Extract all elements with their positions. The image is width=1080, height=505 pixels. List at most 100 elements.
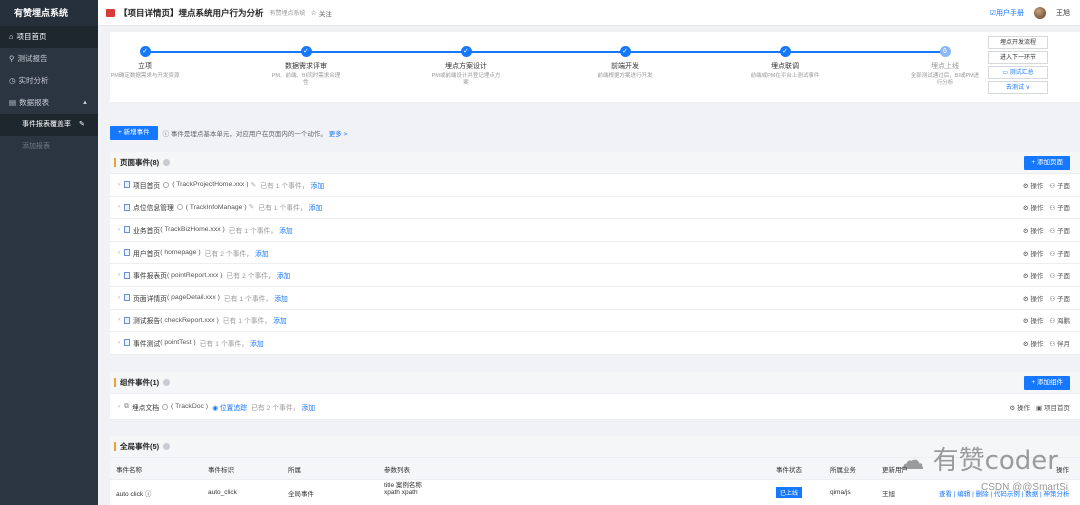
avatar[interactable] [1034, 6, 1046, 19]
help-icon[interactable] [163, 159, 171, 166]
chevron-right-icon[interactable]: › [118, 272, 120, 278]
row-actions: ⚙ 操作 ⚇ 子面 [1023, 180, 1070, 190]
user-manual-link[interactable]: ☑用户手册 [990, 8, 1024, 18]
add-event-link[interactable]: 添加 [311, 180, 325, 190]
page-name[interactable]: 项目首页 [133, 180, 160, 190]
list-item[interactable]: › 项目首页 ( TrackProjectHome.xxx ) ✎ 已有 1 个事… [110, 174, 1080, 197]
operate-button[interactable]: ⚙ 操作 [1023, 225, 1044, 235]
table-row[interactable]: auto click ⓘ auto_click 全局事件 title 案例名称 … [110, 480, 1080, 505]
add-event-link[interactable]: 添加 [274, 293, 288, 303]
follow-button[interactable]: 关注 [319, 8, 332, 18]
event-count: 已有 1 个事件， [258, 205, 307, 213]
owner-label: ⚇ 子面 [1049, 182, 1070, 190]
add-page-button[interactable]: + 添加页面 [1024, 155, 1070, 170]
document-icon [124, 226, 130, 234]
page-name[interactable]: 页面详情页 [133, 293, 167, 303]
more-link[interactable]: 更多 > [329, 131, 348, 138]
event-count: 已有 1 个事件， [260, 182, 309, 190]
page-link[interactable]: ▣ 项目首页 [1036, 402, 1070, 412]
operate-button[interactable]: ⚙ 操作 [1023, 338, 1044, 348]
param-item: title 案例名称 [384, 482, 422, 489]
test-summary-label: 测试汇总 [1009, 70, 1034, 76]
page-name[interactable]: 用户首页 [133, 248, 160, 258]
chevron-right-icon[interactable]: › [118, 227, 120, 233]
step-desc: PM、前端、BI同时需求合理性 [271, 73, 341, 86]
section-title: 全局事件(5) [120, 442, 160, 451]
section-title: 组件事件(1) [120, 378, 160, 387]
column-header: 所属业务 [830, 466, 856, 474]
page-name[interactable]: 点位信息管理 [133, 202, 174, 212]
help-icon[interactable] [163, 443, 171, 450]
sidebar-subitem-add-report[interactable]: 添加报表 [0, 136, 98, 158]
page-name[interactable]: 业务首页 [133, 225, 160, 235]
list-item[interactable]: › 事件报表页 ( pointReport.xxx ) 已有 2 个事件， 添加 … [110, 264, 1080, 287]
step-title: 埋点方案设计 [445, 63, 487, 70]
list-item[interactable]: › 业务首页 ( TrackBizHome.xxx ) 已有 1 个事件， 添加 … [110, 219, 1080, 242]
page-code: ( pointReport.xxx ) [166, 271, 223, 279]
sidebar-item-realtime[interactable]: ◷ 实时分析 [0, 70, 98, 92]
column-header: 参数列表 [384, 466, 410, 474]
chevron-right-icon[interactable]: › [118, 182, 120, 188]
event-count: 已有 1 个事件， [228, 227, 278, 235]
page-name[interactable]: 事件测试 [133, 338, 160, 348]
edit-icon[interactable]: ✎ [250, 181, 256, 189]
sidebar-item-test-report[interactable]: ⚲ 测试报告 [0, 48, 98, 70]
progress-steps: ✓ 立项 PM确定数据需求与开发资源 ✓ 数据需求评审 PM、前端、BI同时需求… [110, 32, 1080, 102]
help-icon[interactable] [163, 379, 171, 386]
add-event-link[interactable]: 添加 [279, 225, 293, 235]
column-header: 事件状态 [776, 466, 802, 474]
chevron-right-icon[interactable]: › [118, 295, 120, 301]
add-event-link[interactable]: 添加 [250, 338, 264, 348]
hint-text: ⓘ 事件是埋点基本单元，对应用户在页面内的一个动作。 [162, 131, 327, 138]
add-event-link[interactable]: 添加 [277, 270, 291, 280]
operate-button[interactable]: ⚙ 操作 [1023, 248, 1044, 258]
operate-button[interactable]: ⚙ 操作 [1023, 270, 1044, 280]
operate-button[interactable]: ⚙ 操作 [1023, 202, 1044, 212]
operate-button[interactable]: ⚙ 操作 [1023, 180, 1044, 190]
position-tracking-link[interactable]: ◉ 位置追踪 [212, 402, 247, 412]
dev-flow-button[interactable]: 埋点开发流程 [988, 36, 1048, 49]
operate-button[interactable]: ⚙ 操作 [1009, 402, 1030, 412]
next-stage-button[interactable]: 进入下一环节 [988, 51, 1048, 64]
operate-button[interactable]: ⚙ 操作 [1023, 293, 1044, 303]
add-event-link[interactable]: 添加 [255, 248, 269, 258]
goto-test-dropdown[interactable]: 去测试 ∨ [988, 81, 1048, 94]
sidebar-item-project-home[interactable]: ⌂ 项目首页 [0, 26, 98, 48]
component-name[interactable]: 埋点文档 [132, 402, 159, 412]
chevron-right-icon[interactable]: › [118, 204, 120, 210]
add-event-link[interactable]: 添加 [309, 202, 323, 212]
list-item[interactable]: › ⧉ 埋点文档 ( TrackDoc ) ◉ 位置追踪 已有 2 个事件， 添加 … [110, 394, 1080, 420]
page-code: ( TrackBizHome.xxx ) [160, 226, 225, 234]
page-name[interactable]: 测试报告 [133, 315, 160, 325]
chevron-right-icon[interactable]: › [118, 317, 120, 323]
chevron-right-icon[interactable]: › [118, 404, 120, 410]
edit-icon[interactable]: ✎ [249, 203, 255, 211]
row-actions: ⚙ 操作 ⚇ 海鹏 [1023, 315, 1070, 325]
step-check-icon: ✓ [779, 46, 791, 57]
row-actions: ⚙ 操作 ⚇ 子面 [1023, 202, 1070, 212]
sidebar-subitem-event-coverage[interactable]: 事件报表覆盖率 ✎ [0, 114, 98, 136]
position-label: 位置追踪 [219, 404, 248, 412]
add-event-link[interactable]: 添加 [273, 315, 287, 325]
list-item[interactable]: › 用户首页 ( homepage ) 已有 2 个事件， 添加 ⚙ 操作 ⚇ 子面 [110, 242, 1080, 265]
add-component-button[interactable]: + 添加组件 [1024, 375, 1070, 390]
test-summary-button[interactable]: ▭ 测试汇总 [988, 66, 1048, 79]
page-name[interactable]: 事件报表页 [133, 270, 167, 280]
add-event-link[interactable]: 添加 [301, 402, 315, 412]
list-item[interactable]: › 页面详情页 ( pageDetail.xxx ) 已有 1 个事件， 添加 ⚙… [110, 287, 1080, 310]
component-icon: ⧉ [124, 402, 129, 410]
step-5: ✓ 埋点联调 前端或PM在平台上测试事件 [750, 46, 820, 80]
star-icon[interactable]: ☆ [311, 9, 317, 17]
operate-button[interactable]: ⚙ 操作 [1023, 315, 1044, 325]
sidebar-item-data-report[interactable]: ▤ 数据报表 ▲ [0, 92, 98, 114]
sidebar-subitem-label: 事件报表覆盖率 [22, 121, 71, 128]
owner-label: ⚇ 子面 [1049, 295, 1070, 303]
chevron-right-icon[interactable]: › [118, 340, 120, 346]
list-item[interactable]: › 测试报告 ( checkReport.xxx ) 已有 1 个事件， 添加 ⚙… [110, 310, 1080, 333]
owner-label: ⚇ 伴月 [1049, 340, 1070, 348]
chevron-right-icon[interactable]: › [118, 250, 120, 256]
new-event-button[interactable]: + 新增事件 [110, 126, 158, 140]
list-item[interactable]: › 点位信息管理 ( TrackInfoManage ) ✎ 已有 1 个事件，添… [110, 197, 1080, 220]
document-icon [124, 339, 130, 347]
list-item[interactable]: › 事件测试 ( pointTest ) 已有 1 个事件， 添加 ⚙ 操作 ⚇ 伴… [110, 332, 1080, 355]
